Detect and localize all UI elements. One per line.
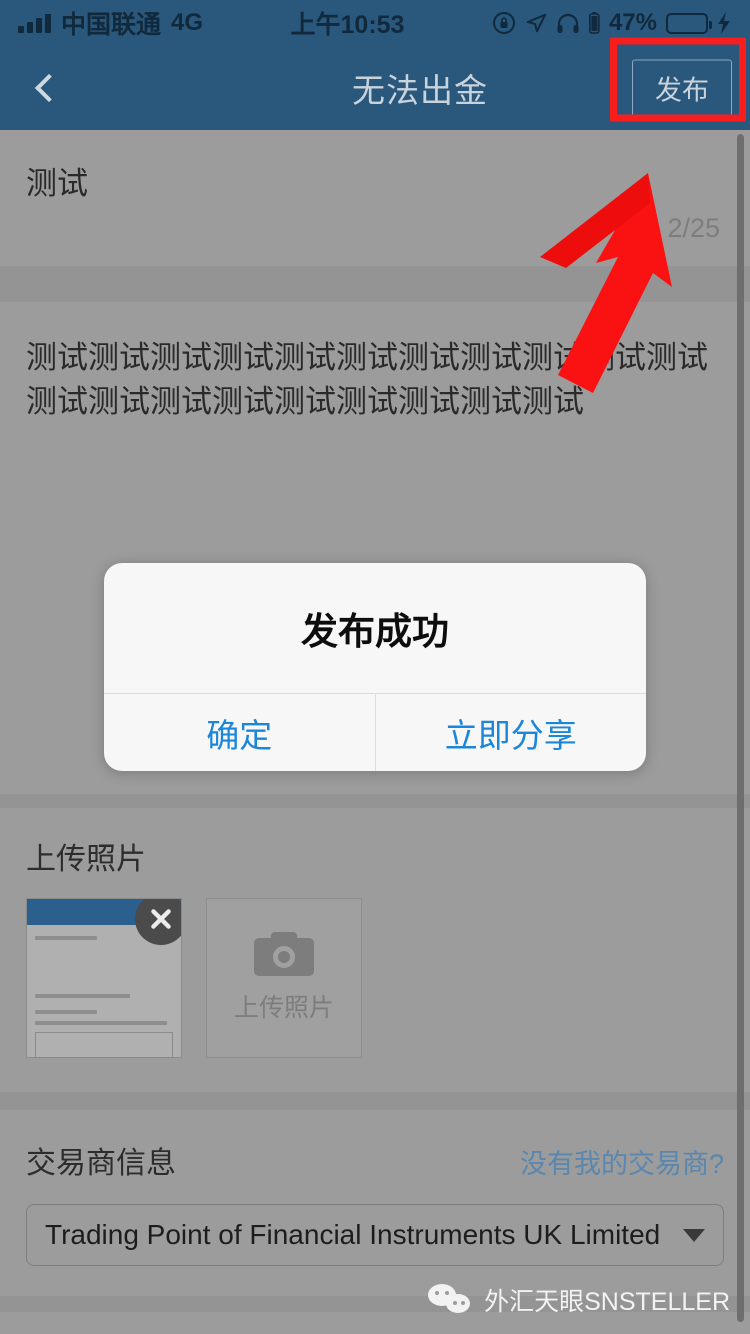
publish-button-wrapper: 发布: [610, 37, 746, 122]
battery-percent-label: 47%: [608, 9, 657, 36]
publish-button[interactable]: 发布: [632, 59, 732, 117]
upload-section: 上传照片 上传照片: [0, 808, 750, 1093]
wechat-icon: [428, 1284, 472, 1316]
dialog-body: 发布成功: [104, 563, 646, 693]
dialog-actions: 确定 立即分享: [104, 693, 646, 771]
navigation-bar: 无法出金 发布: [0, 37, 750, 130]
broker-section: 交易商信息 没有我的交易商? Trading Point of Financia…: [0, 1110, 750, 1297]
watermark-text: 外汇天眼SNSTELLER: [484, 1288, 730, 1316]
headphones-icon: [556, 12, 580, 34]
no-broker-link[interactable]: 没有我的交易商?: [520, 1142, 724, 1181]
photo-thumbnail[interactable]: [26, 898, 182, 1059]
clock-label: 上午10:53: [290, 11, 405, 39]
dialog-confirm-button[interactable]: 确定: [104, 694, 375, 771]
network-type-label: 4G: [171, 9, 204, 36]
signal-bars-icon: [18, 13, 51, 33]
camera-icon: [254, 932, 314, 977]
phone-screen: 中国联通 4G 上午10:53 47% 无法出金 发布 测试 2/25 测试测试…: [0, 0, 750, 1334]
back-button[interactable]: [0, 46, 90, 130]
status-bar-center: 上午10:53: [203, 5, 492, 41]
add-photo-tile[interactable]: 上传照片: [206, 898, 362, 1059]
status-bar: 中国联通 4G 上午10:53 47%: [0, 0, 750, 46]
broker-header: 交易商信息 没有我的交易商?: [26, 1138, 724, 1182]
charging-bolt-icon: [717, 12, 732, 34]
success-dialog: 发布成功 确定 立即分享: [104, 563, 646, 771]
vertical-scrollbar[interactable]: [737, 134, 744, 1322]
dialog-share-button[interactable]: 立即分享: [374, 694, 647, 771]
location-arrow-icon: [525, 12, 547, 34]
add-photo-label: 上传照片: [233, 994, 334, 1023]
battery-icon: [666, 12, 712, 34]
broker-selected-value: Trading Point of Financial Instruments U…: [45, 1219, 661, 1251]
rotation-lock-icon: [492, 11, 516, 35]
section-divider-2: [0, 794, 750, 809]
status-bar-right: 47%: [492, 9, 732, 37]
upload-section-title: 上传照片: [26, 843, 146, 877]
broker-select[interactable]: Trading Point of Financial Instruments U…: [26, 1204, 724, 1267]
red-arrow-annotation: [540, 173, 672, 393]
close-icon: [151, 909, 171, 929]
broker-section-title: 交易商信息: [26, 1147, 176, 1181]
status-bar-left: 中国联通 4G: [18, 5, 203, 41]
chevron-left-icon: [34, 73, 64, 103]
photo-thumbnail-list: 上传照片: [26, 898, 724, 1059]
watermark: 外汇天眼SNSTELLER: [428, 1282, 730, 1318]
section-divider-3: [0, 1092, 750, 1111]
carrier-label: 中国联通: [61, 11, 162, 39]
dialog-title: 发布成功: [301, 611, 449, 652]
title-input-value: 测试: [26, 166, 88, 201]
battery-small-icon: [588, 12, 600, 34]
chevron-down-icon: [683, 1228, 705, 1242]
